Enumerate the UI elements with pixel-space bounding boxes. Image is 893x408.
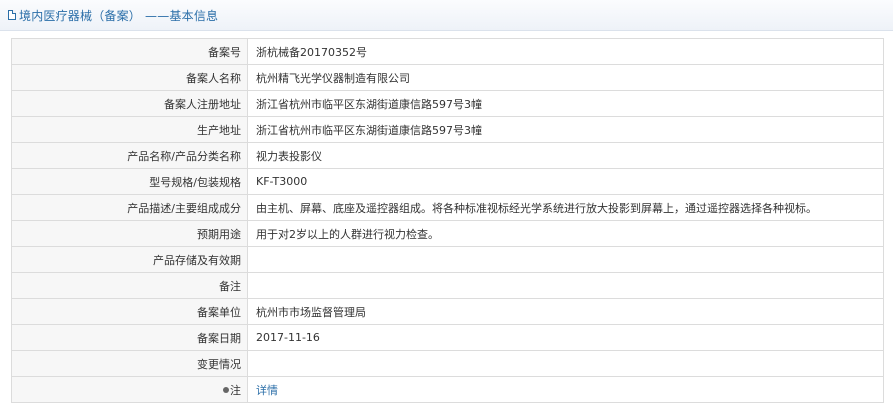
record-unit-value: 杭州市市场监督管理局	[247, 298, 884, 325]
info-table: 备案号 浙杭械备20170352号 备案人名称 杭州精飞光学仪器制造有限公司 备…	[11, 38, 884, 403]
table-row: 备案日期 2017-11-16	[11, 324, 884, 351]
filer-name-value: 杭州精飞光学仪器制造有限公司	[247, 64, 884, 91]
storage-validity-label: 产品存储及有效期	[11, 246, 248, 273]
page-title: 境内医疗器械（备案） ——基本信息	[19, 8, 219, 23]
document-icon	[8, 10, 16, 20]
description-label: 产品描述/主要组成成分	[11, 194, 248, 221]
filer-address-label: 备案人注册地址	[11, 90, 248, 117]
table-row: 备案人名称 杭州精飞光学仪器制造有限公司	[11, 64, 884, 91]
product-name-label: 产品名称/产品分类名称	[11, 142, 248, 169]
table-row: 产品名称/产品分类名称 视力表投影仪	[11, 142, 884, 169]
note-label: 注	[230, 383, 241, 397]
note-value-cell: 详情	[247, 376, 884, 403]
table-row: 备注	[11, 272, 884, 299]
product-name-value: 视力表投影仪	[247, 142, 884, 169]
details-link[interactable]: 详情	[256, 384, 278, 397]
record-unit-label: 备案单位	[11, 298, 248, 325]
table-row: 备案人注册地址 浙江省杭州市临平区东湖街道康信路597号3幢	[11, 90, 884, 117]
record-date-label: 备案日期	[11, 324, 248, 351]
intended-use-label: 预期用途	[11, 220, 248, 247]
bullet-icon	[223, 386, 229, 393]
page-header: 境内医疗器械（备案） ——基本信息	[0, 0, 893, 31]
filer-address-value: 浙江省杭州市临平区东湖街道康信路597号3幢	[247, 90, 884, 117]
intended-use-value: 用于对2岁以上的人群进行视力检查。	[247, 220, 884, 247]
record-date-value: 2017-11-16	[247, 324, 884, 351]
production-address-label: 生产地址	[11, 116, 248, 143]
table-row: 型号规格/包装规格 KF-T3000	[11, 168, 884, 195]
remarks-value	[247, 272, 884, 299]
production-address-value: 浙江省杭州市临平区东湖街道康信路597号3幢	[247, 116, 884, 143]
table-row: 备案号 浙杭械备20170352号	[11, 38, 884, 65]
description-value: 由主机、屏幕、底座及遥控器组成。将各种标准视标经光学系统进行放大投影到屏幕上，通…	[247, 194, 884, 221]
remarks-label: 备注	[11, 272, 248, 299]
storage-validity-value	[247, 246, 884, 273]
note-label-cell: 注	[11, 376, 248, 403]
model-spec-value: KF-T3000	[247, 168, 884, 195]
record-no-value: 浙杭械备20170352号	[247, 38, 884, 65]
model-spec-label: 型号规格/包装规格	[11, 168, 248, 195]
table-row: 注 详情	[11, 376, 884, 403]
table-row: 备案单位 杭州市市场监督管理局	[11, 298, 884, 325]
table-row: 产品存储及有效期	[11, 246, 884, 273]
change-status-value	[247, 350, 884, 377]
table-row: 产品描述/主要组成成分 由主机、屏幕、底座及遥控器组成。将各种标准视标经光学系统…	[11, 194, 884, 221]
change-status-label: 变更情况	[11, 350, 248, 377]
table-row: 预期用途 用于对2岁以上的人群进行视力检查。	[11, 220, 884, 247]
table-row: 生产地址 浙江省杭州市临平区东湖街道康信路597号3幢	[11, 116, 884, 143]
table-row: 变更情况	[11, 350, 884, 377]
filer-name-label: 备案人名称	[11, 64, 248, 91]
record-no-label: 备案号	[11, 38, 248, 65]
